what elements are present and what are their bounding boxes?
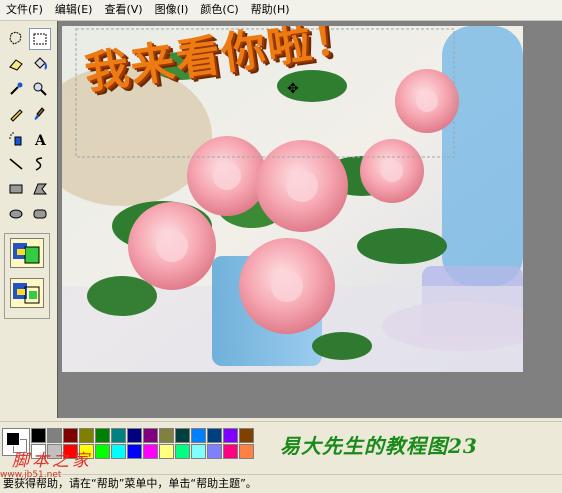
- opaque-option[interactable]: [10, 238, 44, 268]
- pick-color-tool[interactable]: [5, 78, 27, 100]
- brush-icon: [34, 107, 45, 120]
- menu-bar: 文件(F) 编辑(E) 查看(V) 图像(I) 颜色(C) 帮助(H): [0, 0, 562, 21]
- color-swatch[interactable]: [159, 444, 174, 459]
- color-swatch[interactable]: [159, 428, 174, 443]
- fill-tool[interactable]: [29, 53, 51, 75]
- color-swatch[interactable]: [175, 428, 190, 443]
- menu-image[interactable]: 图像(I): [149, 1, 195, 19]
- color-swatch[interactable]: [239, 428, 254, 443]
- color-swatch[interactable]: [111, 444, 126, 459]
- color-swatch[interactable]: [223, 428, 238, 443]
- brush-tool[interactable]: [29, 103, 51, 125]
- color-swatch[interactable]: [79, 428, 94, 443]
- rect-select-icon: [33, 33, 47, 45]
- status-bar: 要获得帮助，请在“帮助”菜单中，单击“帮助主题”。: [0, 474, 562, 493]
- color-swatch[interactable]: [111, 428, 126, 443]
- rectangle-icon: [9, 184, 23, 194]
- move-cursor-icon: ✥: [287, 81, 299, 97]
- rounded-rect-icon: [33, 209, 47, 219]
- pencil-tool[interactable]: [5, 103, 27, 125]
- free-form-select-tool[interactable]: [5, 28, 27, 50]
- rounded-rect-tool[interactable]: [29, 203, 51, 225]
- opaque-icon: [13, 243, 40, 264]
- color-swatch[interactable]: [47, 428, 62, 443]
- transparent-option[interactable]: [10, 278, 44, 308]
- menu-colors[interactable]: 颜色(C): [194, 1, 244, 19]
- tool-options: [4, 233, 50, 319]
- color-swatch[interactable]: [31, 428, 46, 443]
- airbrush-icon: [9, 132, 22, 146]
- color-swatch[interactable]: [239, 444, 254, 459]
- rect-select-tool[interactable]: [29, 28, 51, 50]
- canvas-area: 我来看你啦！ ✥: [57, 21, 562, 418]
- curve-icon: [35, 157, 43, 171]
- airbrush-tool[interactable]: [5, 128, 27, 150]
- line-tool[interactable]: [5, 153, 27, 175]
- transparent-icon: [13, 283, 40, 304]
- pick-color-icon: [10, 82, 23, 95]
- svg-text:A: A: [34, 133, 47, 147]
- magnifier-tool[interactable]: [29, 78, 51, 100]
- menu-file[interactable]: 文件(F): [0, 1, 49, 19]
- curve-tool[interactable]: [29, 153, 51, 175]
- color-swatch[interactable]: [143, 444, 158, 459]
- color-swatch[interactable]: [191, 428, 206, 443]
- rectangle-tool[interactable]: [5, 178, 27, 200]
- eraser-icon: [9, 59, 23, 71]
- pencil-icon: [10, 109, 23, 122]
- color-swatch[interactable]: [63, 428, 78, 443]
- text-icon: A: [34, 133, 47, 147]
- text-tool[interactable]: A: [29, 128, 51, 150]
- ellipse-icon: [9, 209, 23, 219]
- color-swatch[interactable]: [223, 444, 238, 459]
- color-swatch[interactable]: [207, 428, 222, 443]
- eraser-tool[interactable]: [5, 53, 27, 75]
- ellipse-tool[interactable]: [5, 203, 27, 225]
- color-swatch[interactable]: [95, 444, 110, 459]
- color-swatch[interactable]: [127, 444, 142, 459]
- polygon-icon: [33, 183, 48, 195]
- color-swatch[interactable]: [191, 444, 206, 459]
- watermark-url: www.jb51.net: [0, 470, 62, 480]
- color-swatch[interactable]: [95, 428, 110, 443]
- magnifier-icon: [33, 82, 47, 96]
- polygon-tool[interactable]: [29, 178, 51, 200]
- watermark-text: 脚本之家: [12, 451, 92, 471]
- foreground-color-swatch[interactable]: [6, 432, 20, 446]
- fill-icon: [34, 57, 47, 70]
- line-icon: [9, 158, 23, 170]
- color-swatch[interactable]: [207, 444, 222, 459]
- canvas[interactable]: 我来看你啦！ ✥: [62, 26, 523, 372]
- color-swatch[interactable]: [175, 444, 190, 459]
- color-swatch[interactable]: [143, 428, 158, 443]
- color-swatch[interactable]: [127, 428, 142, 443]
- caption-text: 易大先生的教程图23: [280, 434, 478, 458]
- menu-help[interactable]: 帮助(H): [245, 1, 296, 19]
- free-form-select-icon: [9, 31, 22, 45]
- toolbox: A: [0, 21, 56, 421]
- menu-edit[interactable]: 编辑(E): [49, 1, 99, 19]
- menu-view[interactable]: 查看(V): [98, 1, 148, 19]
